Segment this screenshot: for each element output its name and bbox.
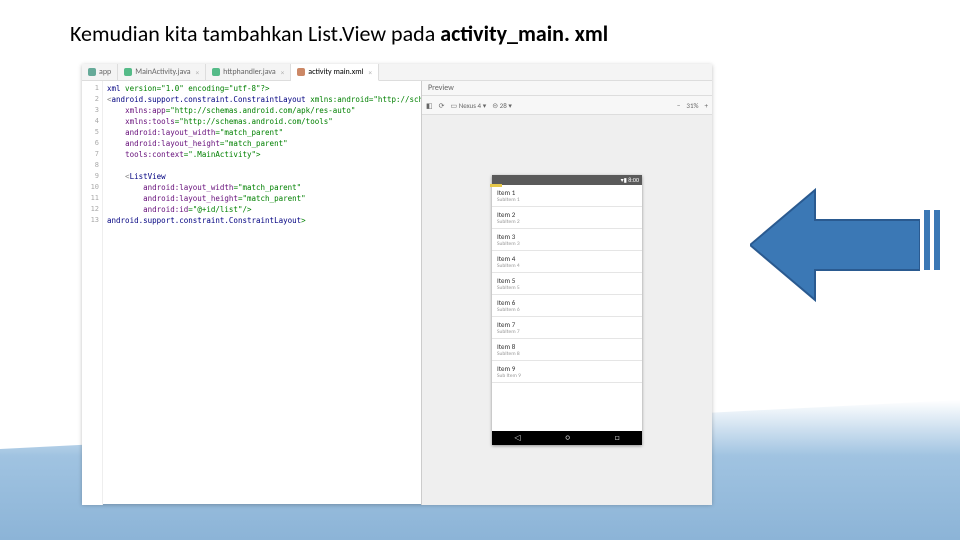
android-status-bar: ▾▮ 8:00	[492, 175, 642, 185]
listview-preview: Item 1SubItem 1Item 2SubItem 2Item 3SubI…	[492, 185, 642, 431]
list-item[interactable]: Item 2SubItem 2	[492, 207, 642, 229]
api-select[interactable]: ⊝ 28 ▾	[492, 101, 512, 110]
tab-mainactivity[interactable]: MainActivity.java×	[118, 64, 206, 80]
editor-tabs: app MainActivity.java× httphandler.java×…	[82, 64, 712, 81]
java-icon	[212, 68, 220, 76]
list-item[interactable]: Item 9Sub Item 9	[492, 361, 642, 383]
android-nav-bar: ◁ ○ □	[492, 431, 642, 445]
slide-title: Kemudian kita tambahkan List.View pada a…	[70, 20, 608, 47]
palette-icon[interactable]: ◧	[426, 101, 433, 110]
close-icon[interactable]: ×	[281, 68, 285, 77]
list-item[interactable]: Item 1SubItem 1	[492, 185, 642, 207]
callout-arrow	[750, 180, 920, 310]
tab-httphandler[interactable]: httphandler.java×	[206, 64, 291, 80]
ide-window: app MainActivity.java× httphandler.java×…	[82, 64, 712, 504]
zoom-out-button[interactable]: −	[677, 101, 681, 110]
highlight-marker	[490, 184, 502, 187]
list-item[interactable]: Item 7SubItem 7	[492, 317, 642, 339]
code-editor[interactable]: xml version="1.0" encoding="utf-8"?><and…	[103, 81, 421, 505]
device-select[interactable]: ▭ Nexus 4 ▾	[451, 101, 487, 110]
line-gutter: 12345678910111213	[82, 81, 103, 505]
list-item[interactable]: Item 8SubItem 8	[492, 339, 642, 361]
tab-activity-main[interactable]: activity main.xml×	[291, 64, 379, 81]
close-icon[interactable]: ×	[196, 68, 200, 77]
module-icon	[88, 68, 96, 76]
recent-icon[interactable]: □	[615, 433, 620, 443]
list-item[interactable]: Item 5SubItem 5	[492, 273, 642, 295]
layout-preview-panel: Preview ◧ ⟳ ▭ Nexus 4 ▾ ⊝ 28 ▾ − 31% + ▾…	[422, 81, 712, 505]
list-item[interactable]: Item 6SubItem 6	[492, 295, 642, 317]
xml-icon	[297, 68, 305, 76]
list-item[interactable]: Item 3SubItem 3	[492, 229, 642, 251]
tab-app[interactable]: app	[82, 64, 118, 80]
home-icon[interactable]: ○	[565, 433, 569, 443]
list-item[interactable]: Item 4SubItem 4	[492, 251, 642, 273]
zoom-level: 31%	[686, 101, 698, 110]
decorative-bars	[920, 210, 940, 275]
orientation-icon[interactable]: ⟳	[439, 101, 445, 110]
java-icon	[124, 68, 132, 76]
device-frame: ▾▮ 8:00 Item 1SubItem 1Item 2SubItem 2It…	[492, 175, 642, 445]
preview-header: Preview	[422, 81, 712, 96]
preview-toolbar: ◧ ⟳ ▭ Nexus 4 ▾ ⊝ 28 ▾ − 31% +	[422, 96, 712, 115]
back-icon[interactable]: ◁	[514, 433, 520, 443]
zoom-in-button[interactable]: +	[705, 101, 709, 110]
close-icon[interactable]: ×	[368, 68, 372, 77]
